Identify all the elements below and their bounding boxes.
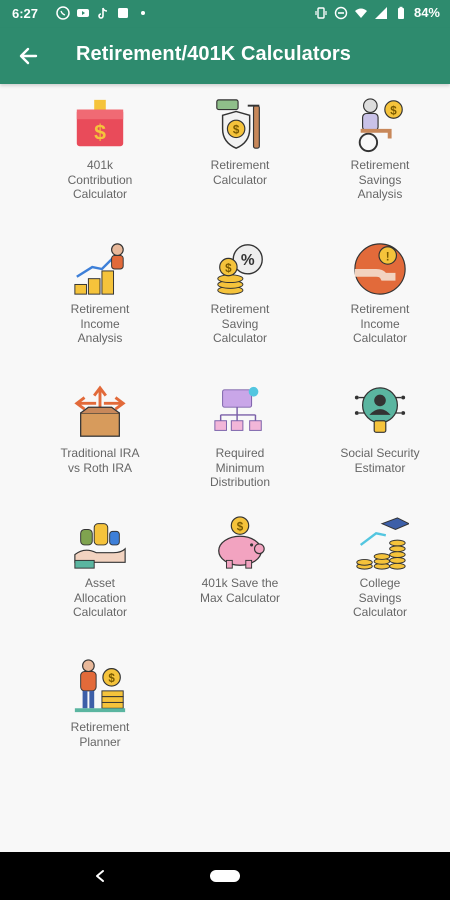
- tile-label: Retirement Saving Calculator: [210, 302, 270, 345]
- tile-label: Traditional IRA vs Roth IRA: [60, 446, 140, 475]
- tile-retirement-income-analysis[interactable]: Retirement Income Analysis: [25, 240, 175, 346]
- elderly-wheelchair-coin-icon: $: [358, 98, 403, 153]
- svg-text:$: $: [94, 121, 106, 145]
- box-arrows-icon: [74, 385, 126, 437]
- tile-traditional-ira-vs-roth-ira[interactable]: Traditional IRA vs Roth IRA: [25, 384, 175, 475]
- status-time: 6:27: [12, 6, 39, 21]
- tile-401k-contribution-calculator[interactable]: $ 401k Contribution Calculator: [25, 96, 175, 202]
- youtube-icon: [76, 6, 90, 20]
- dot-icon: [136, 6, 150, 20]
- vibrate-icon: [314, 6, 328, 20]
- red-wallet-dollar-icon: $: [76, 99, 124, 147]
- status-left-icons: [56, 6, 150, 20]
- tile-label: Retirement Planner: [70, 720, 130, 749]
- nav-back-button[interactable]: [90, 866, 110, 886]
- svg-text:$: $: [225, 262, 232, 275]
- tile-retirement-calculator[interactable]: $ Retirement Calculator: [165, 96, 315, 187]
- tile-label: College Savings Calculator: [352, 576, 408, 619]
- coins-percent-icon: % $: [217, 244, 263, 295]
- tile-asset-allocation-calculator[interactable]: Asset Allocation Calculator: [25, 514, 175, 620]
- svg-text:!: !: [386, 250, 390, 263]
- status-bar: 6:27 84%: [0, 0, 450, 28]
- tile-label: Retirement Income Calculator: [350, 302, 410, 345]
- graduation-coins-icon: [356, 517, 409, 570]
- tile-retirement-income-calculator[interactable]: ! Retirement Income Calculator: [305, 240, 450, 346]
- tile-college-savings-calculator[interactable]: College Savings Calculator: [305, 514, 450, 620]
- hand-coin-circle-icon: !: [354, 243, 406, 295]
- piggy-bank-icon: $: [218, 516, 265, 569]
- tile-label: Retirement Savings Analysis: [350, 158, 410, 201]
- tile-label: Retirement Calculator: [210, 158, 270, 187]
- tile-401k-save-the-max-calculator[interactable]: $ 401k Save the Max Calculator: [165, 514, 315, 605]
- battery-percentage: 84%: [413, 5, 440, 20]
- dnd-icon: [334, 6, 348, 20]
- tile-retirement-planner[interactable]: $ Retirement Planner: [25, 658, 175, 749]
- arrow-left-icon: [19, 47, 38, 65]
- tile-retirement-savings-analysis[interactable]: $ Retirement Savings Analysis: [305, 96, 450, 202]
- status-right-icons: 84%: [314, 5, 440, 20]
- svg-text:$: $: [237, 520, 244, 533]
- battery-icon: [394, 6, 408, 20]
- svg-text:%: %: [241, 252, 255, 269]
- tile-retirement-saving-calculator[interactable]: % $ Retirement Saving Calculator: [165, 240, 315, 346]
- shield-dollar-hand-icon: $: [216, 99, 260, 149]
- tile-label: Required Minimum Distribution: [209, 446, 271, 489]
- tile-label: 401k Save the Max Calculator: [199, 576, 281, 605]
- tile-label: Asset Allocation Calculator: [72, 576, 128, 619]
- tile-label: 401k Contribution Calculator: [67, 158, 133, 201]
- signal-icon: [374, 6, 388, 20]
- tile-label: Social Security Estimator: [340, 446, 420, 475]
- app-icon: [116, 6, 130, 20]
- network-chart-icon: [214, 386, 262, 431]
- coins-growth-person-icon: [74, 243, 124, 295]
- back-button[interactable]: [14, 42, 42, 70]
- tile-label: Retirement Income Analysis: [70, 302, 130, 345]
- svg-text:$: $: [390, 104, 397, 117]
- nav-back-icon: [96, 870, 104, 882]
- wifi-icon: [354, 6, 368, 20]
- svg-text:$: $: [233, 124, 240, 137]
- person-coins-icon: $: [74, 659, 126, 713]
- person-lock-network-icon: [354, 387, 406, 433]
- tile-social-security-estimator[interactable]: Social Security Estimator: [305, 384, 450, 475]
- tile-required-minimum-distribution[interactable]: Required Minimum Distribution: [165, 384, 315, 490]
- svg-text:$: $: [108, 672, 115, 685]
- hand-money-bags-icon: [74, 523, 126, 569]
- system-nav-bar: [0, 852, 450, 900]
- tiktok-icon: [96, 6, 110, 20]
- nav-home-pill-icon[interactable]: [210, 870, 240, 882]
- whatsapp-icon: [56, 6, 70, 20]
- page-title: Retirement/401K Calculators: [76, 43, 352, 65]
- app-bar: Retirement/401K Calculators: [0, 28, 450, 84]
